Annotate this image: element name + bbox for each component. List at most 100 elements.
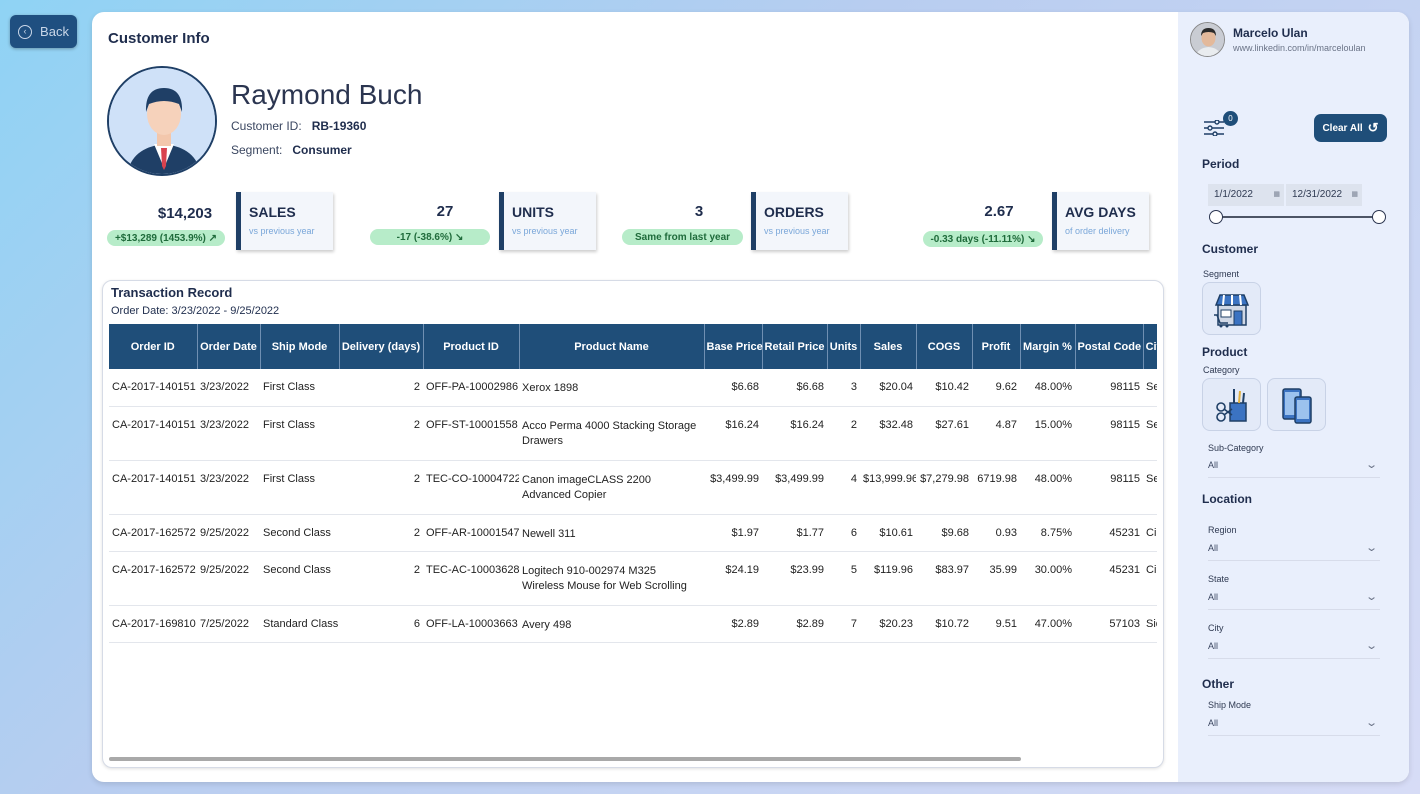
kpi-sales-change: +$13,289 (1453.9%) ↗ [107, 230, 225, 246]
period-title: Period [1202, 157, 1240, 171]
customer-segment-label: Segment: [231, 143, 283, 157]
table-cell: 9/25/2022 [197, 551, 260, 606]
table-cell: $2.89 [762, 605, 827, 643]
table-cell: TEC-AC-10003628 [423, 551, 519, 606]
active-filter-badge: 0 [1223, 111, 1238, 126]
category-label: Category [1203, 365, 1240, 375]
column-header[interactable]: Margin % [1020, 324, 1076, 369]
region-value: All [1208, 543, 1219, 553]
table-cell: Logitech 910-002974 M325 Wireless Mouse … [519, 551, 704, 606]
column-header[interactable]: Product Name [519, 324, 705, 369]
table-cell: 98115 [1075, 406, 1143, 461]
period-slider-end-handle[interactable] [1372, 210, 1386, 224]
column-header[interactable]: Postal Code [1075, 324, 1144, 369]
table-cell: CA-2017-162572 [109, 551, 197, 606]
period-slider-start-handle[interactable] [1209, 210, 1223, 224]
transaction-title: Transaction Record [111, 285, 233, 300]
column-header[interactable]: Order Date [197, 324, 261, 369]
table-cell: Sea [1143, 369, 1157, 407]
table-row[interactable]: CA-2017-169810 7/25/2022 Standard Class 6 OF… [109, 605, 1157, 643]
chevron-down-icon: ⌄ [1364, 591, 1378, 603]
table-row[interactable]: CA-2017-162572 9/25/2022 Second Class 2 OFF-… [109, 514, 1157, 552]
table-cell: First Class [260, 460, 339, 515]
city-label: City [1208, 623, 1224, 633]
start-date-input[interactable]: 1/1/2022 ▦ [1208, 184, 1284, 206]
calendar-icon: ▦ [1273, 191, 1280, 198]
chevron-left-icon: ‹ [18, 24, 33, 39]
chevron-down-icon: ⌄ [1364, 640, 1378, 652]
segment-label: Segment [1203, 269, 1240, 279]
column-header[interactable]: Profit [972, 324, 1021, 369]
kpi-avgdays-value: 2.67 [984, 203, 1014, 220]
column-header[interactable]: Units [827, 324, 861, 369]
table-cell: Sea [1143, 460, 1157, 515]
table-cell: $1.77 [762, 514, 827, 552]
customer-avatar-icon [107, 66, 217, 176]
column-header[interactable]: Product ID [423, 324, 520, 369]
customer-segment-value: Consumer [292, 143, 352, 157]
subcategory-dropdown[interactable]: All ⌄ [1208, 459, 1380, 478]
table-cell: 47.00% [1020, 605, 1075, 643]
back-button[interactable]: ‹ Back [10, 15, 77, 48]
table-cell: 7 [827, 605, 860, 643]
clear-all-button[interactable]: Clear All ↺ [1314, 114, 1387, 142]
table-cell: 3/23/2022 [197, 460, 260, 515]
table-cell: 48.00% [1020, 369, 1075, 407]
table-cell: First Class [260, 369, 339, 407]
kpi-units-change: -17 (-38.6%) ↘ [370, 229, 490, 245]
filter-sliders-icon[interactable] [1204, 119, 1224, 137]
category-office-supplies-tile[interactable] [1202, 378, 1261, 431]
kpi-avgdays-subtitle: of order delivery [1065, 226, 1130, 236]
column-header[interactable]: Sales [860, 324, 917, 369]
product-filter-title: Product [1202, 345, 1248, 359]
table-cell: 98115 [1075, 369, 1143, 407]
state-value: All [1208, 592, 1219, 602]
table-row[interactable]: CA-2017-140151 3/23/2022 First Class 2 OFF-S… [109, 406, 1157, 461]
table-cell: 35.99 [972, 551, 1020, 606]
horizontal-scrollbar[interactable] [109, 757, 1021, 761]
kpi-units-title: UNITS [512, 204, 554, 220]
table-cell: 98115 [1075, 460, 1143, 515]
column-header[interactable]: COGS [916, 324, 973, 369]
state-label: State [1208, 574, 1230, 584]
shipmode-dropdown[interactable]: All ⌄ [1208, 717, 1380, 736]
user-link[interactable]: www.linkedin.com/in/marceloulan [1233, 43, 1366, 53]
table-cell: TEC-CO-10004722 [423, 460, 519, 515]
column-header[interactable]: Order ID [109, 324, 198, 369]
table-cell: OFF-AR-10001547 [423, 514, 519, 552]
column-header[interactable]: Ship Mode [260, 324, 340, 369]
table-cell: 0.93 [972, 514, 1020, 552]
state-dropdown[interactable]: All ⌄ [1208, 591, 1380, 610]
table-cell: 9/25/2022 [197, 514, 260, 552]
table-cell: $10.72 [916, 605, 972, 643]
segment-consumer-tile[interactable] [1202, 282, 1261, 335]
page-title: Customer Info [108, 30, 210, 47]
table-row[interactable]: CA-2017-140151 3/23/2022 First Class 2 OFF-P… [109, 369, 1157, 407]
city-dropdown[interactable]: All ⌄ [1208, 640, 1380, 659]
transaction-table-scroll[interactable]: Order ID Order Date Ship Mode Delivery (day… [109, 324, 1157, 744]
table-row[interactable]: CA-2017-140151 3/23/2022 First Class 2 TEC-C… [109, 460, 1157, 515]
table-cell: 15.00% [1020, 406, 1075, 461]
table-cell: CA-2017-140151 [109, 369, 197, 407]
table-cell: $27.61 [916, 406, 972, 461]
category-technology-tile[interactable] [1267, 378, 1326, 431]
kpi-avgdays-change: -0.33 days (-11.11%) ↘ [923, 231, 1043, 247]
column-header[interactable]: Base Price [704, 324, 763, 369]
column-header[interactable]: Retail Price [762, 324, 828, 369]
kpi-sales-value: $14,203 [157, 205, 213, 222]
period-slider-track[interactable] [1216, 216, 1379, 218]
shipmode-label: Ship Mode [1208, 700, 1252, 710]
kpi-orders-title: ORDERS [764, 204, 824, 220]
table-cell: 2 [339, 460, 423, 515]
column-header[interactable]: City [1143, 324, 1157, 369]
table-cell: Canon imageCLASS 2200 Advanced Copier [519, 460, 704, 515]
kpi-orders-value: 3 [694, 203, 704, 220]
end-date-input[interactable]: 12/31/2022 ▦ [1286, 184, 1362, 206]
user-avatar[interactable] [1190, 22, 1225, 57]
kpi-orders-change: Same from last year [622, 229, 743, 245]
column-header[interactable]: Delivery (days) [339, 324, 424, 369]
table-cell: $20.23 [860, 605, 916, 643]
table-row[interactable]: CA-2017-162572 9/25/2022 Second Class 2 TEC-… [109, 551, 1157, 606]
table-cell: Second Class [260, 514, 339, 552]
region-dropdown[interactable]: All ⌄ [1208, 542, 1380, 561]
